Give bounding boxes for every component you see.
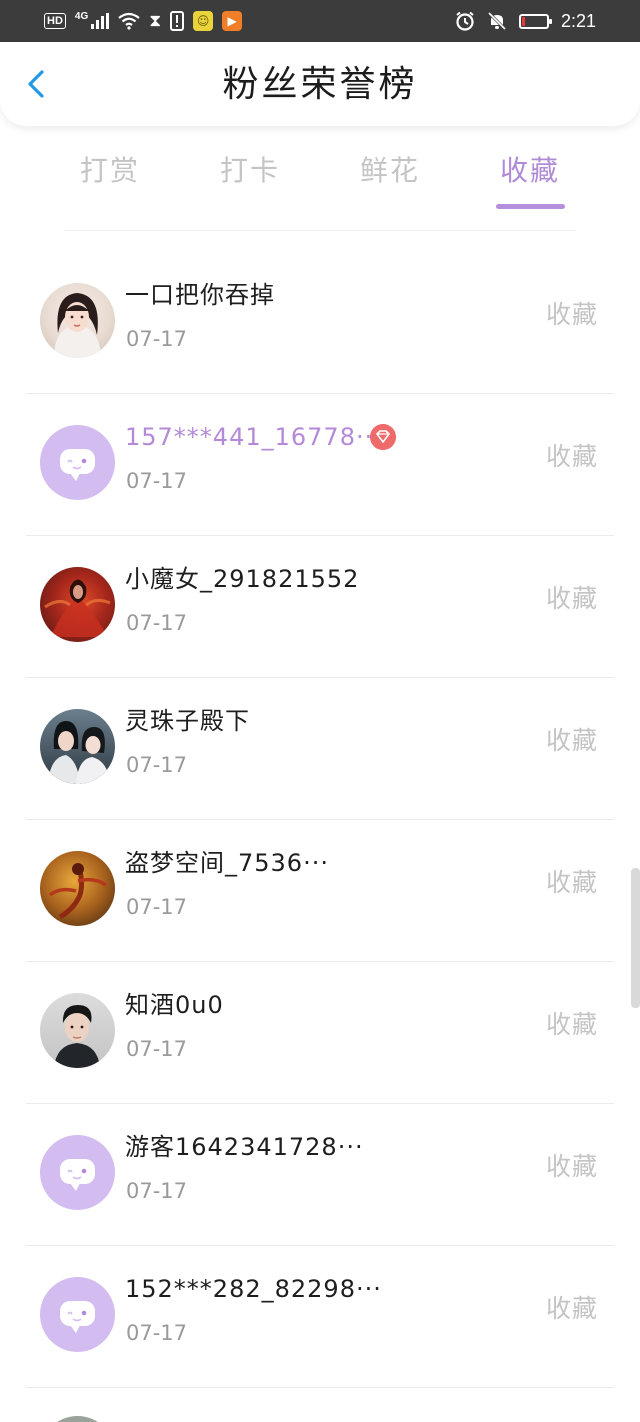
list-item[interactable]: 知酒0u0 07-17 收藏 — [0, 962, 640, 1104]
gem-icon — [370, 424, 396, 450]
fan-date: 07-17 — [126, 1037, 188, 1061]
avatar[interactable] — [40, 1416, 115, 1422]
fan-name: 152***282_82298··· — [125, 1275, 382, 1303]
header-bar: 粉丝荣誉榜 — [0, 42, 640, 126]
hourglass-icon: ⧗ — [149, 11, 162, 31]
fan-date: 07-17 — [126, 1321, 188, 1345]
fan-date: 07-17 — [126, 753, 188, 777]
fan-date: 07-17 — [126, 327, 188, 351]
default-avatar-icon[interactable] — [40, 1277, 115, 1352]
fan-name: 游客1642341728··· — [125, 1133, 364, 1161]
tab-reward[interactable]: 打赏 — [60, 148, 160, 194]
page-title: 粉丝荣誉榜 — [222, 64, 418, 105]
list-item[interactable] — [0, 1388, 640, 1422]
action-label: 收藏 — [545, 1010, 598, 1039]
sun-app-icon: ☺ — [193, 11, 214, 31]
action-label: 收藏 — [545, 1152, 598, 1181]
divider — [64, 230, 576, 231]
list-item[interactable]: 157***441_16778··· 07-17 收藏 — [0, 394, 640, 536]
fan-date: 07-17 — [126, 611, 188, 635]
fan-name: 一口把你吞掉 — [125, 281, 275, 309]
avatar[interactable] — [40, 993, 115, 1068]
action-label: 收藏 — [545, 584, 598, 613]
avatar[interactable] — [40, 283, 115, 358]
action-label: 收藏 — [545, 1294, 598, 1323]
default-avatar-icon[interactable] — [40, 425, 115, 500]
avatar[interactable] — [40, 567, 115, 642]
play-app-icon: ▶ — [222, 11, 243, 31]
fan-date: 07-17 — [126, 1179, 188, 1203]
fan-date: 07-17 — [126, 469, 188, 493]
clock: 2:21 — [560, 10, 596, 31]
hd-indicator: HD — [44, 13, 66, 29]
fan-date: 07-17 — [126, 895, 188, 919]
tab-flowers[interactable]: 鲜花 — [340, 148, 440, 194]
mute-icon — [487, 11, 507, 31]
list-item[interactable]: 游客1642341728··· 07-17 收藏 — [0, 1104, 640, 1246]
list-item[interactable]: 灵珠子殿下 07-17 收藏 — [0, 678, 640, 820]
list-item[interactable]: 152***282_82298··· 07-17 收藏 — [0, 1246, 640, 1388]
avatar[interactable] — [40, 709, 115, 784]
signal-icon — [91, 13, 110, 29]
alarm-icon — [456, 11, 474, 31]
fan-name: 灵珠子殿下 — [125, 707, 250, 735]
tab-checkin[interactable]: 打卡 — [200, 148, 300, 194]
action-label: 收藏 — [545, 868, 598, 897]
fan-name: 盗梦空间_7536··· — [125, 849, 329, 877]
list-item[interactable]: 盗梦空间_7536··· 07-17 收藏 — [0, 820, 640, 962]
fan-name: 157***441_16778··· — [125, 423, 382, 451]
tab-favorites[interactable]: 收藏 — [480, 148, 580, 194]
active-tab-indicator — [496, 204, 565, 209]
status-bar: HD 4G ⧗ ☺ ▶ 2:21 — [0, 0, 640, 42]
wifi-icon — [118, 12, 140, 30]
action-label: 收藏 — [545, 726, 598, 755]
list-item[interactable]: 小魔女_291821552 07-17 收藏 — [0, 536, 640, 678]
action-label: 收藏 — [545, 442, 598, 471]
fan-name: 知酒0u0 — [125, 991, 224, 1019]
avatar[interactable] — [40, 851, 115, 926]
network-type: 4G — [74, 10, 89, 22]
scrollbar[interactable] — [631, 868, 640, 1008]
tab-bar: 打赏 打卡 鲜花 收藏 — [0, 148, 640, 212]
battery-icon — [518, 13, 552, 29]
action-label: 收藏 — [545, 300, 598, 329]
fan-name: 小魔女_291821552 — [125, 565, 360, 593]
list-item[interactable]: 一口把你吞掉 07-17 收藏 — [0, 252, 640, 394]
alert-icon — [170, 11, 185, 31]
default-avatar-icon[interactable] — [40, 1135, 115, 1210]
